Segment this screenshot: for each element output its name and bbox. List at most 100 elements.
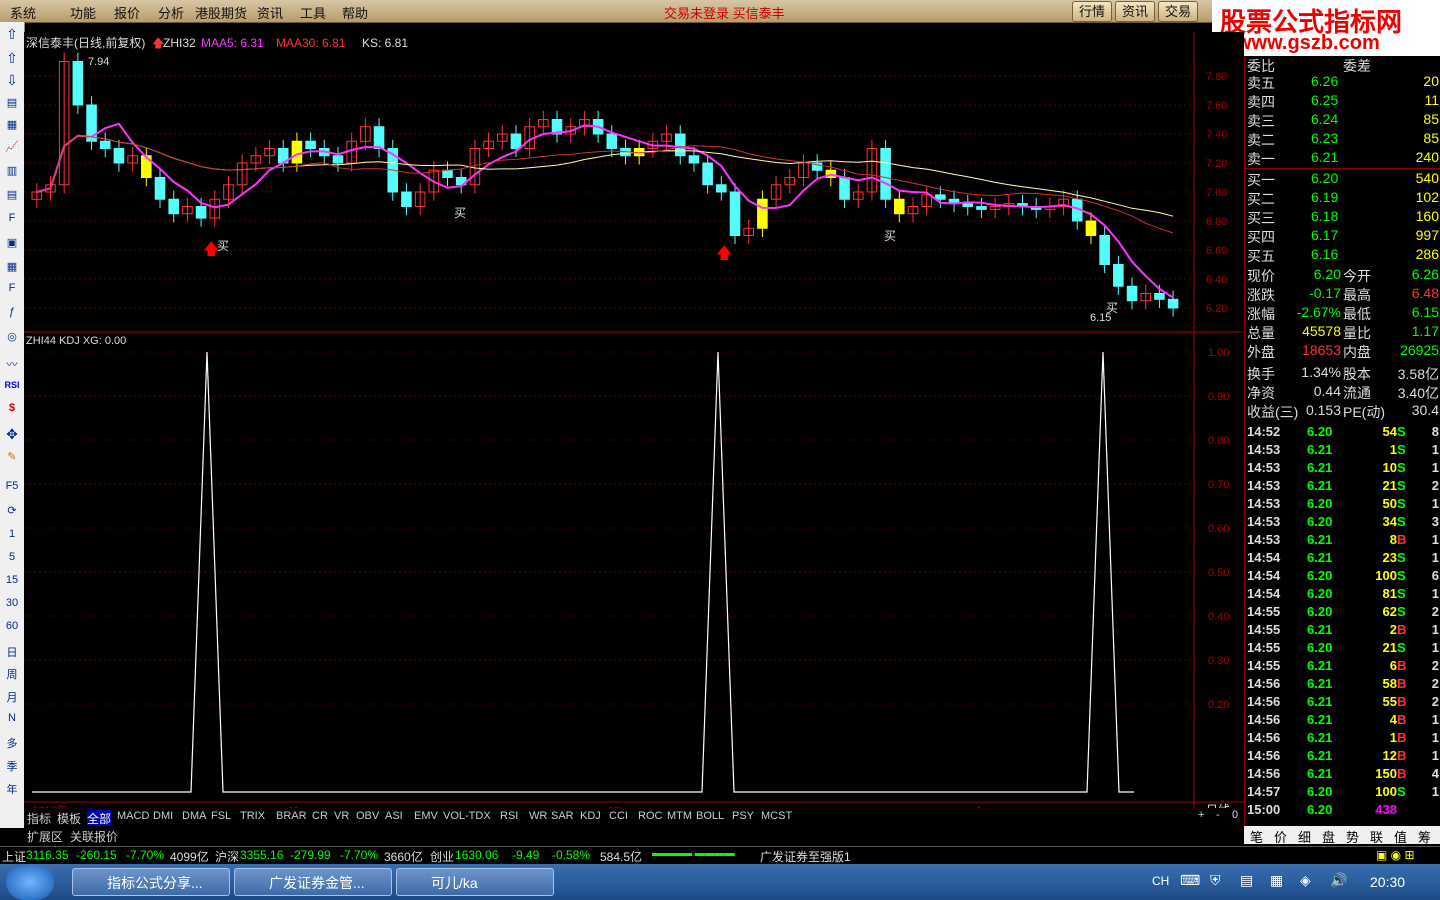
task-keer[interactable]: 可儿/ka: [396, 868, 554, 896]
line-chart-icon[interactable]: 📈: [2, 140, 22, 153]
period-5min[interactable]: 5: [2, 551, 22, 563]
tab-roc[interactable]: ROC: [638, 810, 662, 822]
menu-news[interactable]: 资讯: [257, 3, 283, 22]
task-guangfa[interactable]: 广发证券金管...: [234, 868, 392, 896]
fx-icon[interactable]: ƒ: [2, 306, 22, 318]
kline-chart[interactable]: 7.80 7.60 7.40 7.20 7.00 6.80 6.60 6.40 6.20 1.0…: [24, 22, 1244, 828]
move-icon[interactable]: ✥: [2, 426, 22, 443]
period-multi[interactable]: 多: [2, 735, 22, 751]
tab-emv[interactable]: EMV: [414, 810, 438, 822]
list-icon[interactable]: ▤: [2, 188, 22, 201]
tab-macd[interactable]: MACD: [117, 810, 149, 822]
tab-vol-tdx[interactable]: VOL-TDX: [443, 810, 491, 822]
tab-extension[interactable]: 扩展区: [27, 828, 63, 845]
wave-icon[interactable]: 〰: [2, 356, 22, 372]
tab-rsi[interactable]: RSI: [500, 810, 518, 822]
up-arrow-icon[interactable]: ⇧: [2, 50, 22, 67]
tab-kdj[interactable]: KDJ: [580, 810, 601, 822]
period-15min[interactable]: 15: [2, 574, 22, 586]
tab-related-quote[interactable]: 关联报价: [70, 828, 118, 845]
menu-system[interactable]: 系统: [10, 3, 36, 22]
target-icon[interactable]: ◎: [2, 330, 22, 343]
period-quarter[interactable]: 季: [2, 758, 22, 774]
right-tab-4[interactable]: 势: [1346, 827, 1359, 846]
f10-icon[interactable]: ▣: [2, 236, 22, 249]
start-button[interactable]: [6, 864, 54, 900]
tab-trix[interactable]: TRIX: [240, 810, 265, 822]
period-month[interactable]: 月: [2, 689, 22, 705]
right-tab-0[interactable]: 笔: [1250, 827, 1263, 846]
tick-row: 14:56 6.21 58 B 2: [1247, 676, 1439, 691]
tab-模板[interactable]: 模板: [57, 810, 81, 827]
task-formula-share[interactable]: 指标公式分享...: [72, 868, 230, 896]
menu-hk-futures[interactable]: 港股期货: [195, 3, 247, 22]
tab-cr[interactable]: CR: [312, 810, 328, 822]
formula-icon[interactable]: F: [2, 282, 22, 294]
period-60min[interactable]: 60: [2, 620, 22, 632]
chart-icon[interactable]: ▤: [2, 96, 22, 109]
tab-mtm[interactable]: MTM: [667, 810, 692, 822]
volume-icon[interactable]: 🔊: [1330, 872, 1347, 889]
period-1min[interactable]: 1: [2, 528, 22, 540]
tab-全部[interactable]: 全部: [87, 810, 112, 827]
zoom-in-button[interactable]: +: [1198, 809, 1204, 821]
tab-sar[interactable]: SAR: [551, 810, 574, 822]
tab-dmi[interactable]: DMI: [153, 810, 173, 822]
menu-function[interactable]: 功能: [70, 3, 96, 22]
dollar-icon[interactable]: $: [2, 402, 22, 414]
period-week[interactable]: 周: [2, 666, 22, 682]
menu-tools[interactable]: 工具: [300, 3, 326, 22]
fin-icon[interactable]: F: [2, 212, 22, 224]
menu-help[interactable]: 帮助: [342, 3, 368, 22]
cy-percent: -0.58%: [552, 848, 591, 862]
right-tab-5[interactable]: 联: [1370, 827, 1383, 846]
up-arrow-icon[interactable]: ⇧: [2, 26, 22, 43]
menu-analysis[interactable]: 分析: [158, 3, 184, 22]
tab-boll[interactable]: BOLL: [696, 810, 724, 822]
login-hint[interactable]: 交易未登录 买信泰丰: [664, 3, 785, 22]
rsi-icon[interactable]: RSI: [2, 380, 22, 390]
period-30min[interactable]: 30: [2, 597, 22, 609]
refresh-icon[interactable]: ⟳: [2, 504, 22, 517]
app-tray-icon[interactable]: ▤: [1240, 872, 1253, 889]
tab-obv[interactable]: OBV: [356, 810, 379, 822]
right-tab-1[interactable]: 价: [1274, 827, 1287, 846]
period-year[interactable]: 年: [2, 781, 22, 797]
tab-asi[interactable]: ASI: [385, 810, 403, 822]
tab-vr[interactable]: VR: [334, 810, 349, 822]
tab-wr[interactable]: WR: [529, 810, 547, 822]
candle-body: [1154, 293, 1165, 300]
shield-icon[interactable]: ⛨: [1210, 872, 1221, 889]
tab-mcst[interactable]: MCST: [761, 810, 792, 822]
f5-icon[interactable]: F5: [2, 480, 22, 492]
grid-icon[interactable]: ▥: [2, 164, 22, 177]
right-tab-6[interactable]: 值: [1394, 827, 1407, 846]
menu-quote[interactable]: 报价: [114, 3, 140, 22]
tab-cci[interactable]: CCI: [609, 810, 628, 822]
tab-指标[interactable]: 指标: [27, 810, 51, 827]
right-tab-7[interactable]: 筹: [1418, 827, 1431, 846]
right-tab-3[interactable]: 盘: [1322, 827, 1335, 846]
tab-fsl[interactable]: FSL: [211, 810, 231, 822]
period-n[interactable]: N: [2, 712, 22, 724]
tab-dma[interactable]: DMA: [182, 810, 206, 822]
keyboard-icon[interactable]: ⌨: [1180, 872, 1200, 889]
lang-indicator[interactable]: CH: [1152, 874, 1169, 888]
tick-row: 14:56 6.21 150 B 4: [1247, 766, 1439, 781]
clock[interactable]: 20:30: [1370, 874, 1405, 890]
zoom-reset-button[interactable]: 0: [1232, 809, 1238, 821]
network-icon[interactable]: ▦: [1270, 872, 1283, 889]
tray-icon[interactable]: ◈: [1300, 872, 1311, 889]
period-day[interactable]: 日: [2, 644, 22, 660]
zoom-out-button[interactable]: -: [1216, 809, 1220, 821]
tab-brar[interactable]: BRAR: [276, 810, 307, 822]
down-arrow-icon[interactable]: ⇩: [2, 72, 22, 89]
trade-button[interactable]: 交易: [1158, 1, 1199, 22]
table-icon[interactable]: ▦: [2, 118, 22, 131]
quote-button[interactable]: 行情: [1072, 1, 1113, 22]
news-button[interactable]: 资讯: [1115, 1, 1156, 22]
pencil-icon[interactable]: ✎: [2, 450, 22, 463]
right-tab-2[interactable]: 细: [1298, 827, 1311, 846]
doc-icon[interactable]: ▦: [2, 260, 22, 273]
tab-psy[interactable]: PSY: [732, 810, 754, 822]
